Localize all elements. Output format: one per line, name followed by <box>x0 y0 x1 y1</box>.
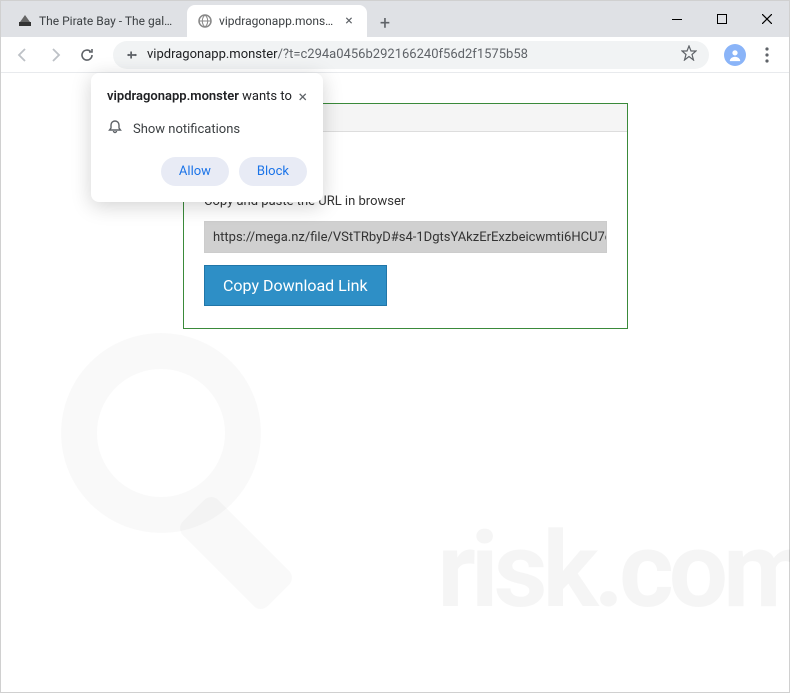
tab-title: The Pirate Bay - The galaxy's m <box>39 14 177 28</box>
new-tab-button[interactable]: + <box>371 9 399 37</box>
tab-vipdragonapp[interactable]: vipdragonapp.monster/?t=c294 × <box>187 5 367 37</box>
browser-window: The Pirate Bay - The galaxy's m vipdrago… <box>0 0 790 693</box>
forward-button[interactable] <box>41 41 69 69</box>
favicon-piratebay <box>17 13 33 29</box>
tab-title: vipdragonapp.monster/?t=c294 <box>219 14 337 28</box>
bell-icon <box>107 119 123 139</box>
site-info-icon[interactable] <box>125 48 139 62</box>
close-window-button[interactable] <box>744 1 789 37</box>
address-bar[interactable]: vipdragonapp.monster/?t=c294a0456b292166… <box>113 41 709 69</box>
tab-pirate-bay[interactable]: The Pirate Bay - The galaxy's m <box>7 5 187 37</box>
notification-site-name: vipdragonapp.monster <box>107 89 239 104</box>
profile-button[interactable] <box>721 41 749 69</box>
watermark-text: risk.com <box>437 509 790 632</box>
toolbar: vipdragonapp.monster/?t=c294a0456b292166… <box>1 37 789 73</box>
url-path: /?t=c294a0456b292166240f56d2f1575b58 <box>278 47 528 62</box>
avatar <box>724 44 746 66</box>
download-url-field[interactable]: https://mega.nz/file/VStTRbyD#s4-1DgtsYA… <box>204 221 607 253</box>
notification-wants-to: wants to <box>239 89 292 104</box>
bookmark-star-icon[interactable] <box>681 45 697 65</box>
notification-permission-popup: vipdragonapp.monster wants to × Show not… <box>91 73 323 202</box>
url-domain: vipdragonapp.monster <box>147 47 278 62</box>
reload-button[interactable] <box>73 41 101 69</box>
close-icon[interactable]: × <box>298 89 307 105</box>
back-button[interactable] <box>9 41 37 69</box>
notification-title: vipdragonapp.monster wants to <box>107 89 292 104</box>
watermark-magnifier-circle <box>61 333 261 533</box>
favicon-generic <box>197 13 213 29</box>
notification-permission-text: Show notifications <box>133 122 240 137</box>
block-button[interactable]: Block <box>239 157 307 186</box>
kebab-menu-icon[interactable] <box>753 41 781 69</box>
copy-download-link-button[interactable]: Copy Download Link <box>204 265 387 306</box>
minimize-button[interactable] <box>654 1 699 37</box>
watermark-magnifier-handle <box>176 493 296 613</box>
maximize-button[interactable] <box>699 1 744 37</box>
page-content: risk.com 2025 Copy and paste the URL in … <box>1 73 789 692</box>
window-controls <box>654 1 789 37</box>
tab-bar: The Pirate Bay - The galaxy's m vipdrago… <box>1 1 789 37</box>
close-icon[interactable]: × <box>341 13 357 29</box>
url-text: vipdragonapp.monster/?t=c294a0456b292166… <box>147 47 673 62</box>
allow-button[interactable]: Allow <box>161 157 229 186</box>
